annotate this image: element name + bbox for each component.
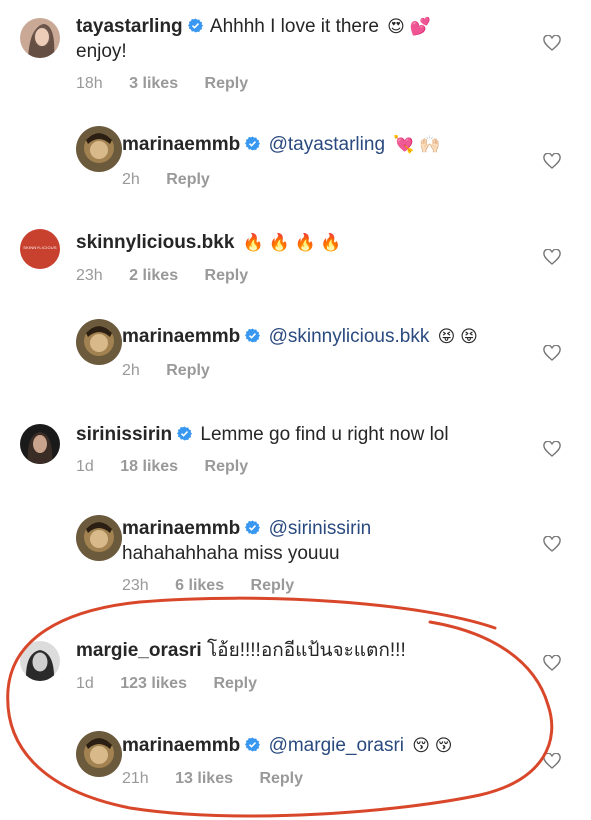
comment-text-continued: enjoy! <box>76 41 127 62</box>
comment-text: Lemme go find u right now lol <box>200 424 449 445</box>
comment-text: Ahhhh I love it there <box>209 16 379 37</box>
mention-link[interactable]: @sirinissirin <box>269 518 372 539</box>
emoji: 😍 💕 <box>387 17 431 36</box>
like-heart-icon[interactable] <box>543 441 561 457</box>
likes-count[interactable]: 6 likes <box>175 577 224 594</box>
reply-button[interactable]: Reply <box>205 458 249 475</box>
username[interactable]: marinaemmb <box>122 326 240 347</box>
username[interactable]: marinaemmb <box>122 735 240 756</box>
avatar[interactable] <box>76 515 122 561</box>
timestamp: 21h <box>122 770 149 787</box>
timestamp: 1d <box>76 675 94 692</box>
like-heart-icon[interactable] <box>543 655 561 671</box>
likes-count[interactable]: 3 likes <box>129 75 178 92</box>
reply-button[interactable]: Reply <box>205 75 249 92</box>
emoji: 💘 🙌🏻 <box>393 135 441 154</box>
timestamp: 2h <box>122 171 140 188</box>
mention-link[interactable]: @skinnylicious.bkk <box>269 326 430 347</box>
reply-button[interactable]: Reply <box>213 675 257 692</box>
emoji: 🔥 🔥 🔥 🔥 <box>242 233 342 252</box>
avatar[interactable]: SKINNYLICIOUS <box>20 229 60 269</box>
avatar[interactable] <box>76 126 122 172</box>
reply-button[interactable]: Reply <box>166 171 210 188</box>
timestamp: 1d <box>76 458 94 475</box>
avatar[interactable] <box>20 641 60 681</box>
verified-badge-icon <box>187 18 203 33</box>
avatar-logo-text: SKINNYLICIOUS <box>23 245 57 250</box>
mention-link[interactable]: @tayastarling <box>269 134 385 155</box>
avatar[interactable] <box>76 319 122 365</box>
annotation-circle <box>6 596 554 818</box>
likes-count[interactable]: 2 likes <box>129 267 178 284</box>
username[interactable]: sirinissirin <box>76 424 172 445</box>
avatar[interactable] <box>20 424 60 464</box>
likes-count[interactable]: 13 likes <box>175 770 233 787</box>
emoji: 😝 😝 <box>437 327 478 346</box>
reply-button[interactable]: Reply <box>251 577 295 594</box>
timestamp: 23h <box>76 267 103 284</box>
verified-badge-icon <box>177 426 193 441</box>
like-heart-icon[interactable] <box>543 753 561 769</box>
likes-count[interactable]: 18 likes <box>120 458 178 475</box>
verified-badge-icon <box>245 520 261 535</box>
verified-badge-icon <box>245 737 261 752</box>
username[interactable]: skinnylicious.bkk <box>76 232 234 253</box>
username[interactable]: tayastarling <box>76 16 183 37</box>
reply-button[interactable]: Reply <box>166 362 210 379</box>
username[interactable]: marinaemmb <box>122 518 240 539</box>
comment-text-continued: hahahahhaha miss youuu <box>122 543 340 564</box>
like-heart-icon[interactable] <box>543 153 561 169</box>
avatar[interactable] <box>76 731 122 777</box>
like-heart-icon[interactable] <box>543 35 561 51</box>
reply-button[interactable]: Reply <box>259 770 303 787</box>
timestamp: 18h <box>76 75 103 92</box>
mention-link[interactable]: @margie_orasri <box>269 735 404 756</box>
reply-button[interactable]: Reply <box>205 267 249 284</box>
like-heart-icon[interactable] <box>543 536 561 552</box>
emoji: 😚 😚 <box>412 736 453 755</box>
likes-count[interactable]: 123 likes <box>120 675 187 692</box>
username[interactable]: marinaemmb <box>122 134 240 155</box>
verified-badge-icon <box>245 136 261 151</box>
timestamp: 2h <box>122 362 140 379</box>
like-heart-icon[interactable] <box>543 345 561 361</box>
like-heart-icon[interactable] <box>543 249 561 265</box>
username[interactable]: margie_orasri <box>76 640 202 661</box>
verified-badge-icon <box>245 328 261 343</box>
timestamp: 23h <box>122 577 149 594</box>
comment-text: โอ้ย!!!!อกอีแป้นจะแตก!!! <box>206 640 406 661</box>
avatar[interactable] <box>20 18 60 58</box>
